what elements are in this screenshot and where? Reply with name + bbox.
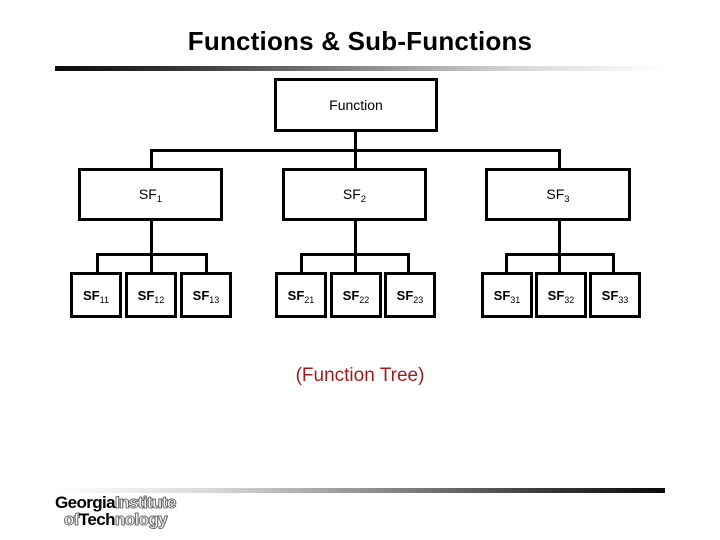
- tree-node-label-subscript: 2: [360, 193, 367, 205]
- tree-node-sf13: SF13: [180, 272, 232, 318]
- tree-node-label-subscript: 23: [413, 294, 424, 305]
- tree-node-label-subscript: 3: [564, 193, 570, 205]
- tree-node-label-base: SF: [493, 287, 511, 303]
- tree-node-sf3: SF3: [485, 168, 631, 221]
- tree-node-sf2: SF2: [282, 168, 427, 221]
- logo-line-1: GeorgiaInstitute: [55, 493, 177, 512]
- tree-node-label: Function: [329, 98, 383, 112]
- tree-node-label-base: SF: [192, 287, 210, 303]
- tree-node-sf11: SF11: [70, 272, 122, 318]
- logo-word-of: of: [64, 510, 80, 530]
- tree-node-label-subscript: 32: [564, 294, 575, 305]
- tree-node-sf1: SF1: [78, 168, 223, 221]
- tree-node-label: SF21: [287, 287, 315, 305]
- function-tree-diagram: Function SF1 SF2 SF3 SF11 SF12 SF13 SF21…: [0, 0, 720, 540]
- tree-node-label: SF11: [83, 287, 109, 305]
- tree-node-label-subscript: 11: [99, 294, 109, 305]
- tree-node-label-base: SF: [547, 287, 565, 303]
- tree-node-label: SF12: [137, 287, 165, 305]
- tree-node-label-subscript: 22: [359, 294, 370, 305]
- connector-sf3-stem: [558, 221, 561, 256]
- tree-node-label: SF2: [342, 186, 367, 205]
- tree-node-label-base: SF: [396, 287, 414, 303]
- logo-line-2: ofTechnology: [64, 510, 176, 530]
- tree-node-label-subscript: 21: [304, 294, 315, 305]
- tree-node-label: SF3: [546, 186, 570, 205]
- tree-node-label-base: SF: [601, 287, 619, 303]
- tree-node-label-subscript: 1: [156, 193, 163, 205]
- tree-node-sf21: SF21: [275, 272, 327, 318]
- logo-word-tech: Tech: [78, 510, 116, 530]
- georgia-tech-logo: GeorgiaInstitute ofTechnology: [55, 493, 177, 530]
- tree-node-label-base: Function: [329, 97, 383, 113]
- tree-node-label: SF23: [396, 287, 424, 305]
- tree-node-label-base: SF: [342, 186, 361, 203]
- tree-node-label: SF33: [601, 287, 629, 305]
- tree-node-label: SF22: [342, 287, 370, 305]
- tree-node-label: SF13: [192, 287, 220, 305]
- tree-node-sf32: SF32: [535, 272, 587, 318]
- tree-node-sf23: SF23: [384, 272, 436, 318]
- tree-node-sf12: SF12: [125, 272, 177, 318]
- tree-node-label-base: SF: [342, 287, 360, 303]
- tree-node-function: Function: [274, 78, 438, 132]
- logo-word-nology: nology: [114, 510, 168, 530]
- connector-sf2-stem: [354, 221, 357, 256]
- tree-node-label-subscript: 13: [209, 294, 220, 305]
- diagram-caption: (Function Tree): [295, 365, 425, 386]
- tree-node-label-base: SF: [287, 287, 305, 303]
- tree-node-label-base: SF: [138, 186, 157, 203]
- tree-node-label-subscript: 33: [618, 294, 629, 305]
- tree-node-label-subscript: 31: [510, 294, 521, 305]
- tree-node-label: SF32: [547, 287, 575, 305]
- tree-node-sf33: SF33: [589, 272, 641, 318]
- tree-node-label-base: SF: [83, 287, 100, 303]
- tree-node-label: SF31: [493, 287, 521, 305]
- tree-node-label-subscript: 12: [154, 294, 165, 305]
- logo-word-georgia: Georgia: [55, 493, 116, 512]
- connector-sf1-stem: [150, 221, 153, 256]
- tree-node-label-base: SF: [137, 287, 155, 303]
- tree-node-label-base: SF: [546, 186, 565, 203]
- tree-node-sf22: SF22: [330, 272, 382, 318]
- logo-word-institute: Institute: [115, 493, 177, 512]
- tree-node-sf31: SF31: [481, 272, 533, 318]
- tree-node-label: SF1: [138, 186, 163, 205]
